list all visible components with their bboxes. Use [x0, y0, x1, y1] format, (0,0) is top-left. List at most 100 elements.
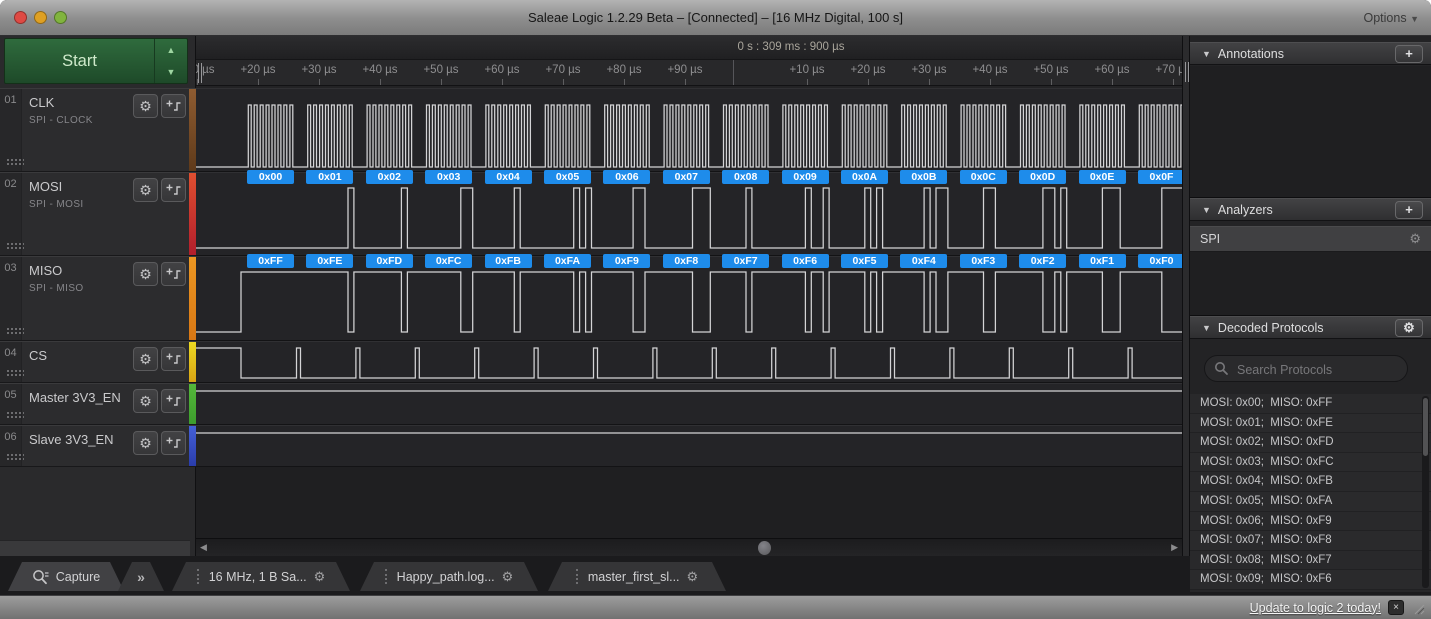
miso-byte-label: 0xF9 — [603, 254, 650, 268]
channel-trigger-button[interactable] — [161, 94, 186, 118]
miso-byte-label: 0xF5 — [841, 254, 888, 268]
decoded-list-scroll-thumb[interactable] — [1423, 398, 1428, 456]
file-tab-1[interactable]: 16 MHz, 1 B Sa... ⚙ — [172, 562, 350, 591]
timeline-tick-label: +50 µs — [411, 64, 471, 76]
analyzers-header[interactable]: ▼ Analyzers + — [1190, 198, 1431, 221]
horizontal-scroll-thumb[interactable] — [758, 541, 771, 555]
decoded-protocol-row[interactable]: MOSI: 0x08; MISO: 0xF7 — [1190, 551, 1431, 571]
miso-waveform — [196, 272, 1182, 332]
tab-expand-button[interactable]: » — [118, 562, 164, 591]
channel-color-stripe — [189, 173, 196, 255]
channel-trigger-button[interactable] — [161, 262, 186, 286]
dismiss-update-button[interactable]: × — [1388, 600, 1404, 615]
miso-byte-label: 0xFD — [366, 254, 413, 268]
decoded-protocol-row[interactable]: MOSI: 0x03; MISO: 0xFC — [1190, 453, 1431, 473]
options-label: Options — [1364, 11, 1407, 25]
channel-trigger-button[interactable] — [161, 431, 186, 455]
channel-row-cs[interactable]: 04CS⚙ — [0, 341, 196, 383]
channel-analyzer-label: SPI - MOSI — [29, 199, 84, 210]
waveform-canvas[interactable]: 0x000x010x020x030x040x050x060x070x080x09… — [196, 86, 1182, 556]
channel-row-clk[interactable]: 01CLKSPI - CLOCK⚙ — [0, 88, 196, 172]
start-capture-button[interactable]: Start ▲ ▼ — [4, 38, 188, 84]
channel-row-master-3v3-en[interactable]: 05Master 3V3_EN⚙ — [0, 383, 196, 425]
channel-drag-handle[interactable] — [6, 411, 24, 419]
collapse-triangle-icon[interactable]: ▼ — [1202, 49, 1211, 59]
capture-up-arrow[interactable]: ▲ — [155, 39, 187, 61]
timestamp-bar: 0 s : 309 ms : 900 µs — [196, 36, 1182, 60]
gear-icon[interactable]: ⚙ — [502, 569, 514, 585]
tab-drag-handle[interactable] — [385, 569, 390, 584]
double-chevron-icon: » — [137, 569, 145, 585]
collapse-triangle-icon[interactable]: ▼ — [1202, 205, 1211, 215]
decoded-protocol-row[interactable]: MOSI: 0x07; MISO: 0xF8 — [1190, 531, 1431, 551]
update-link[interactable]: Update to logic 2 today! — [1250, 601, 1381, 615]
annotations-header[interactable]: ▼ Annotations + — [1190, 42, 1431, 65]
channel-trigger-button[interactable] — [161, 389, 186, 413]
channel-drag-handle[interactable] — [6, 158, 24, 166]
channel-trigger-button[interactable] — [161, 347, 186, 371]
panel-splitter[interactable] — [1182, 36, 1190, 556]
add-annotation-button[interactable]: + — [1395, 45, 1423, 63]
channel-color-stripe — [189, 426, 196, 466]
decoded-protocol-row[interactable]: MOSI: 0x05; MISO: 0xFA — [1190, 492, 1431, 512]
timeline-tick-mark — [319, 79, 320, 85]
channel-name: MISO — [29, 263, 62, 278]
mosi-byte-label: 0x01 — [306, 170, 353, 184]
analyzer-item-spi[interactable]: SPI ⚙ — [1190, 226, 1431, 252]
collapse-triangle-icon[interactable]: ▼ — [1202, 323, 1211, 333]
gear-icon[interactable]: ⚙ — [314, 569, 326, 585]
scroll-right-arrow[interactable]: ▶ — [1171, 542, 1178, 553]
annotations-body — [1190, 66, 1431, 198]
decoded-protocol-row[interactable]: MOSI: 0x09; MISO: 0xF6 — [1190, 570, 1431, 590]
channel-settings-button[interactable]: ⚙ — [133, 94, 158, 118]
channel-drag-handle[interactable] — [6, 242, 24, 250]
tab-drag-handle[interactable] — [197, 569, 202, 584]
timeline-tick-label: +20 µs — [228, 64, 288, 76]
channel-settings-button[interactable]: ⚙ — [133, 262, 158, 286]
channel-color-stripe — [189, 342, 196, 382]
gear-icon: ⚙ — [139, 98, 152, 114]
channel-settings-button[interactable]: ⚙ — [133, 431, 158, 455]
timeline-tick-label: +40 µs — [350, 64, 410, 76]
file-tab-3[interactable]: master_first_sl...⚙ — [548, 562, 726, 591]
gear-icon[interactable]: ⚙ — [1409, 231, 1421, 247]
search-input[interactable] — [1235, 358, 1404, 381]
channel-settings-button[interactable]: ⚙ — [133, 389, 158, 413]
decoded-protocols-header[interactable]: ▼ Decoded Protocols ⚙ — [1190, 316, 1431, 339]
timeline-ruler[interactable]: +10 µs+20 µs+30 µs+40 µs+50 µs+60 µs+70 … — [196, 60, 1182, 86]
channel-row-slave-3v3-en[interactable]: 06Slave 3V3_EN⚙ — [0, 425, 196, 467]
channel-drag-handle[interactable] — [6, 369, 24, 377]
miso-byte-label: 0xF1 — [1079, 254, 1126, 268]
tab-capture[interactable]: Capture — [8, 562, 124, 591]
miso-byte-label: 0xF3 — [960, 254, 1007, 268]
gear-icon[interactable]: ⚙ — [687, 569, 699, 585]
decoded-protocol-row[interactable]: MOSI: 0x01; MISO: 0xFE — [1190, 414, 1431, 434]
options-menu[interactable]: Options ▼ — [1364, 11, 1420, 25]
resize-grip-icon[interactable] — [1411, 601, 1425, 615]
decoded-protocol-row[interactable]: MOSI: 0x00; MISO: 0xFF — [1190, 394, 1431, 414]
horizontal-scrollbar[interactable]: ◀ ▶ — [196, 538, 1182, 556]
channel-settings-button[interactable]: ⚙ — [133, 347, 158, 371]
capture-down-arrow[interactable]: ▼ — [155, 61, 187, 83]
decoded-protocol-row[interactable]: MOSI: 0x04; MISO: 0xFB — [1190, 472, 1431, 492]
scroll-left-arrow[interactable]: ◀ — [200, 542, 207, 553]
channel-settings-button[interactable]: ⚙ — [133, 178, 158, 202]
decoded-protocols-settings-button[interactable]: ⚙ — [1395, 319, 1423, 337]
channel-trigger-button[interactable] — [161, 178, 186, 202]
timeline-segment-boundary — [733, 60, 734, 86]
decoded-protocol-row[interactable]: MOSI: 0x06; MISO: 0xF9 — [1190, 512, 1431, 532]
file-tab-label: 16 MHz, 1 B Sa... — [209, 570, 307, 584]
channel-row-mosi[interactable]: 02MOSISPI - MOSI⚙ — [0, 172, 196, 256]
decoded-protocol-row[interactable]: MOSI: 0x02; MISO: 0xFD — [1190, 433, 1431, 453]
add-analyzer-button[interactable]: + — [1395, 201, 1423, 219]
timeline-tick-mark — [197, 79, 198, 85]
status-bar: Update to logic 2 today! × — [0, 595, 1431, 619]
channel-row-miso[interactable]: 03MISOSPI - MISO⚙ — [0, 256, 196, 341]
mosi-byte-label: 0x09 — [782, 170, 829, 184]
channel-drag-handle[interactable] — [6, 453, 24, 461]
file-tab-2[interactable]: Happy_path.log...⚙ — [360, 562, 538, 591]
channel-drag-handle[interactable] — [6, 327, 24, 335]
miso-byte-label: 0xF4 — [900, 254, 947, 268]
timeline-tick-label: +70 µs — [533, 64, 593, 76]
tab-drag-handle[interactable] — [576, 569, 581, 584]
